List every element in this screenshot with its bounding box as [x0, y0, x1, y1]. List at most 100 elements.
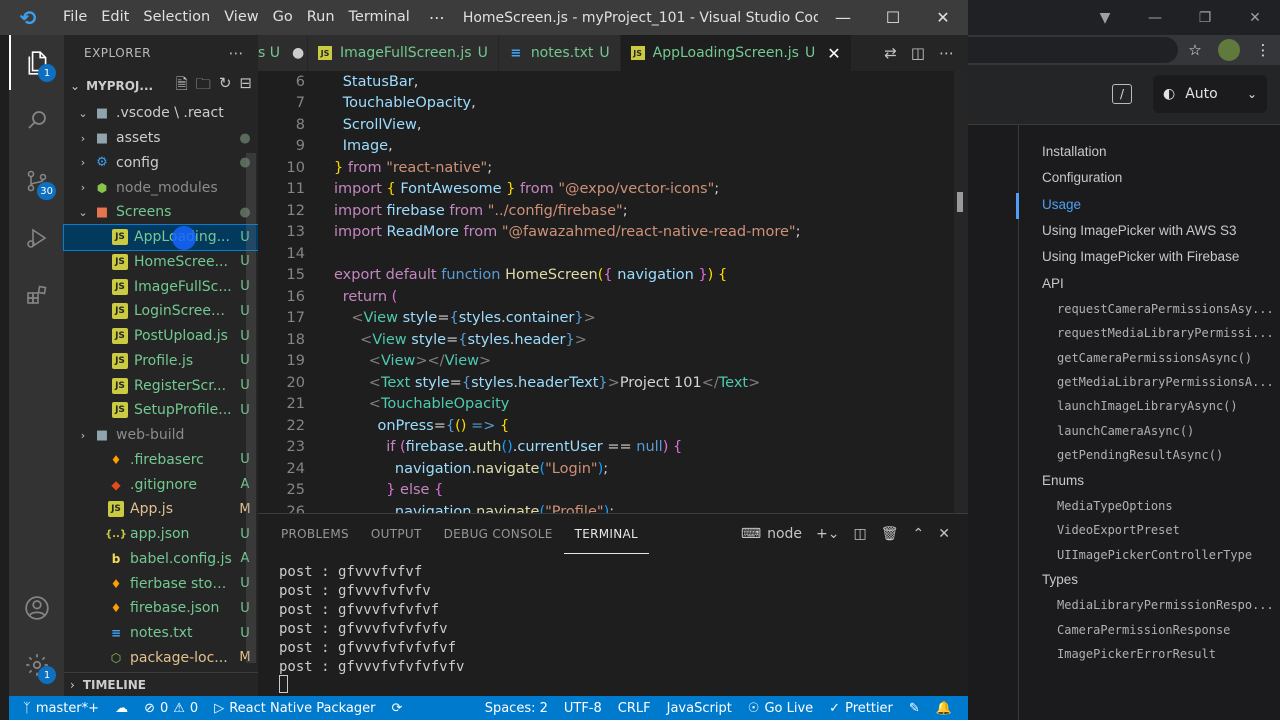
project-header[interactable]: ⌄ MYPROJ... 🗎 🗀 ↻ ⊟ [64, 71, 258, 101]
editor-tab[interactable]: s U ● [258, 35, 308, 71]
toc-api-link[interactable]: ImagePickerErrorResult [1057, 647, 1216, 661]
toc-api-link[interactable]: getMediaLibraryPermissionsA... [1057, 375, 1274, 389]
tree-item[interactable]: JS PostUpload.js U [64, 324, 258, 349]
tree-item[interactable]: JS HomeScree... U [64, 250, 258, 275]
refresh-status-icon[interactable]: ⟳ [383, 701, 410, 716]
feedback-icon[interactable]: ✎ [901, 701, 928, 716]
toc-api-link[interactable]: MediaTypeOptions [1057, 499, 1173, 513]
sidebar-scrollbar[interactable] [246, 153, 256, 663]
terminal-selector[interactable]: ⌨ node [741, 526, 802, 542]
run-debug-icon[interactable] [9, 210, 64, 265]
toc-api-link[interactable]: VideoExportPreset [1057, 523, 1180, 537]
notifications-icon[interactable]: 🔔 [928, 701, 968, 716]
toc-api-link[interactable]: getPendingResultAsync() [1057, 448, 1223, 462]
menu-run[interactable]: Run [300, 0, 342, 35]
code-editor[interactable]: 6 StatusBar, 7 TouchableOpacity, 8 ScrollView… [258, 71, 968, 513]
split-editor-icon[interactable]: ◫ [911, 44, 925, 62]
toc-api-link[interactable]: launchImageLibraryAsync() [1057, 399, 1238, 413]
close-tab-icon[interactable]: ✕ [827, 44, 840, 63]
tree-item[interactable]: JS App.js M [64, 497, 258, 522]
prettier[interactable]: ✓ Prettier [821, 701, 901, 716]
menu-go[interactable]: Go [266, 0, 300, 35]
toc-heading-link[interactable]: Usage [1042, 197, 1081, 212]
line-ending[interactable]: CRLF [610, 701, 659, 716]
browser-menu-icon[interactable]: ⋮ [1246, 41, 1280, 59]
tree-item[interactable]: ⌄ ■ .vscode \ .react [64, 101, 258, 126]
tree-item[interactable]: › ⬢ node_modules [64, 175, 258, 200]
sync-icon[interactable]: ☁ [107, 701, 136, 716]
editor-more-icon[interactable]: ⋯ [939, 44, 954, 62]
maximize-button[interactable]: ☐ [868, 0, 918, 35]
address-bar[interactable] [968, 37, 1178, 63]
menu-edit[interactable]: Edit [94, 0, 136, 35]
compare-icon[interactable]: ⇄ [884, 44, 897, 62]
maximize-panel-icon[interactable]: ⌃ [913, 526, 925, 542]
tree-item[interactable]: JS ImageFullSc... U [64, 274, 258, 299]
extensions-icon[interactable] [9, 267, 64, 322]
menu-more-icon[interactable]: ⋯ [417, 8, 457, 27]
tree-item[interactable]: {..} app.json U [64, 522, 258, 547]
toc-heading-link[interactable]: Using ImagePicker with Firebase [1042, 249, 1239, 264]
editor-scrollbar[interactable] [954, 71, 968, 513]
tree-item[interactable]: JS Profile.js U [64, 349, 258, 374]
new-folder-icon[interactable]: 🗀 [196, 74, 211, 99]
menu-file[interactable]: File [56, 0, 94, 35]
kill-terminal-icon[interactable]: 🗑 [881, 526, 899, 542]
editor-tab[interactable]: JS ImageFullScreen.js U [308, 35, 499, 71]
collapse-all-icon[interactable]: ⊟ [239, 74, 252, 99]
editor-tab[interactable]: ≡ notes.txt U [498, 35, 621, 71]
toc-heading-link[interactable]: API [1042, 276, 1064, 291]
toc-api-link[interactable]: CameraPermissionResponse [1057, 623, 1230, 637]
tree-item[interactable]: › ⚙ config ● [64, 151, 258, 176]
bookmark-star-icon[interactable]: ☆ [1178, 41, 1212, 59]
refresh-icon[interactable]: ↻ [219, 74, 232, 99]
tree-item[interactable]: ◆ .gitignore A [64, 472, 258, 497]
toc-api-link[interactable]: MediaLibraryPermissionRespo... [1057, 598, 1274, 612]
close-panel-icon[interactable]: ✕ [938, 526, 950, 542]
timeline-section[interactable]: › TIMELINE [64, 672, 258, 696]
tree-item[interactable]: ≡ notes.txt U [64, 621, 258, 646]
tab-problems[interactable]: PROBLEMS [270, 514, 360, 554]
search-icon[interactable] [9, 92, 64, 147]
search-shortcut[interactable]: / [1112, 84, 1132, 104]
tree-item[interactable]: b babel.config.js A [64, 547, 258, 572]
tree-item[interactable]: ♦ fierbase stora... U [64, 571, 258, 596]
tree-item[interactable]: ⌄ ■ Screens ● [64, 200, 258, 225]
language-mode[interactable]: JavaScript [659, 701, 740, 716]
tab-terminal[interactable]: TERMINAL [563, 514, 650, 554]
toc-heading-link[interactable]: Types [1042, 572, 1078, 587]
problems-indicator[interactable]: ⊘ 0 ⚠ 0 [136, 701, 206, 716]
browser-minimize-button[interactable]: — [1130, 10, 1180, 26]
manage-gear-icon[interactable]: 1 [9, 637, 64, 692]
browser-profile-dropdown-icon[interactable]: ▼ [1080, 10, 1130, 26]
minimize-button[interactable]: — [818, 0, 868, 35]
browser-close-button[interactable]: ✕ [1230, 10, 1280, 26]
toc-api-link[interactable]: requestCameraPermissionsAsy... [1057, 302, 1274, 316]
tree-item[interactable]: ♦ firebase.json U [64, 596, 258, 621]
branch-indicator[interactable]: ᛉ master*+ [9, 701, 107, 716]
new-file-icon[interactable]: 🗎 [176, 74, 188, 99]
unsaved-dot-icon[interactable]: ● [292, 45, 304, 61]
new-terminal-icon[interactable]: +⌄ [816, 526, 839, 542]
tree-item[interactable]: ⬡ package-loc... M [64, 646, 258, 671]
menu-view[interactable]: View [217, 0, 265, 35]
toc-api-link[interactable]: getCameraPermissionsAsync() [1057, 351, 1252, 365]
split-terminal-icon[interactable]: ◫ [854, 526, 867, 542]
close-window-button[interactable]: ✕ [918, 0, 968, 35]
browser-restore-button[interactable]: ❐ [1180, 10, 1230, 26]
encoding[interactable]: UTF-8 [556, 701, 610, 716]
tree-item[interactable]: JS LoginScreen... U [64, 299, 258, 324]
explorer-more-icon[interactable]: ⋯ [229, 44, 245, 62]
editor-tab[interactable]: JS AppLoadingScreen.js U ✕ [620, 35, 852, 71]
tab-debug-console[interactable]: DEBUG CONSOLE [433, 514, 564, 554]
tree-item[interactable]: JS RegisterScr... U [64, 373, 258, 398]
menu-terminal[interactable]: Terminal [342, 0, 417, 35]
theme-selector[interactable]: ◐ Auto ⌄ [1153, 75, 1267, 113]
indentation[interactable]: Spaces: 2 [477, 701, 556, 716]
tab-output[interactable]: OUTPUT [360, 514, 433, 554]
tree-item[interactable]: JS SetupProfile... U [64, 398, 258, 423]
toc-api-link[interactable]: requestMediaLibraryPermissi... [1057, 326, 1274, 340]
toc-heading-link[interactable]: Configuration [1042, 170, 1122, 185]
menu-selection[interactable]: Selection [136, 0, 217, 35]
tree-item[interactable]: JSAppLoading...U [63, 223, 259, 251]
